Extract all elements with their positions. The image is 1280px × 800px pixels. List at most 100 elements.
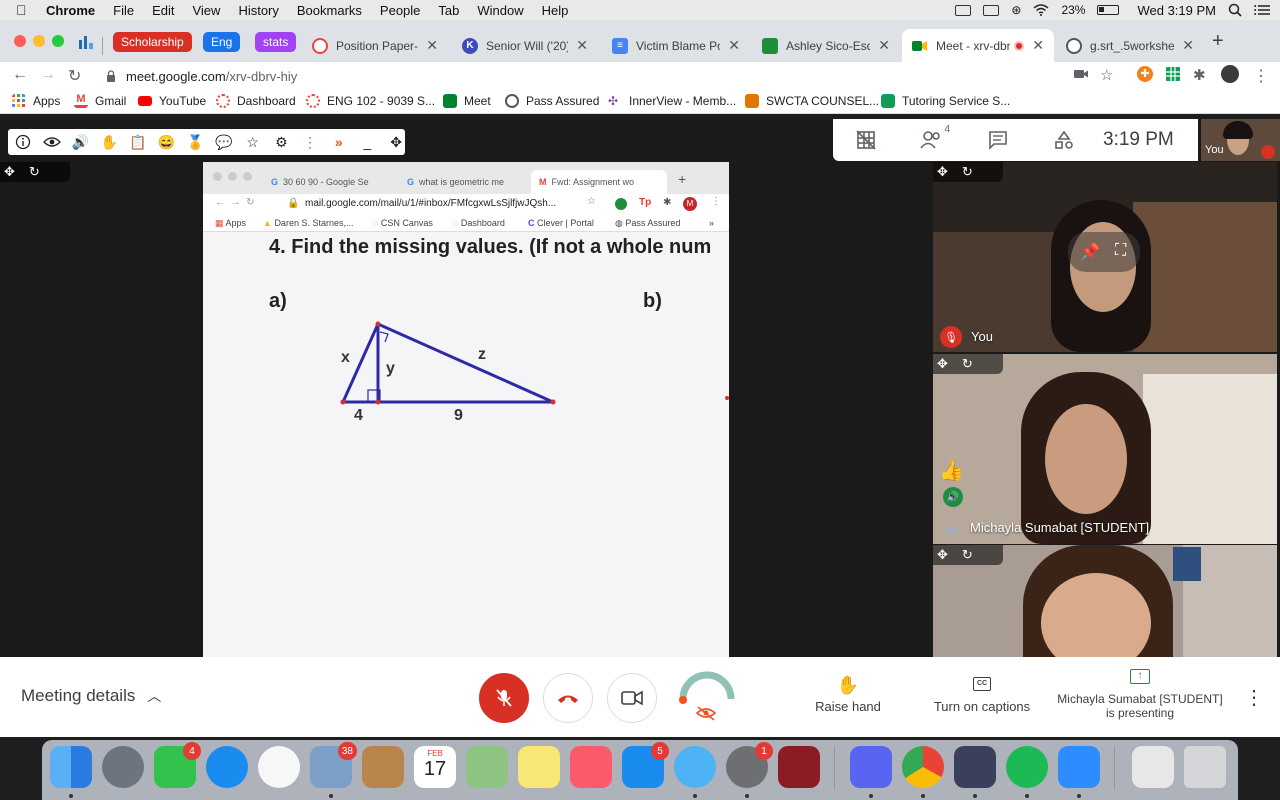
maps-icon[interactable] bbox=[466, 746, 508, 788]
chat-icon[interactable] bbox=[965, 130, 1031, 150]
tab-position-paper[interactable]: Position Paper- Fir ✕ bbox=[302, 29, 448, 62]
battery-icon[interactable] bbox=[1097, 5, 1120, 15]
info-icon[interactable] bbox=[14, 133, 32, 151]
discord-icon[interactable] bbox=[850, 746, 892, 788]
refresh-icon[interactable]: ↻ bbox=[962, 164, 973, 180]
bookmark-youtube[interactable]: YouTube bbox=[138, 94, 206, 108]
layout-grid-off-icon[interactable] bbox=[833, 130, 899, 150]
sheets-extension-icon[interactable] bbox=[1165, 66, 1181, 82]
reload-button[interactable]: ↻ bbox=[68, 66, 81, 86]
facetime-icon[interactable]: 4 bbox=[154, 742, 201, 788]
participant-tile-3[interactable]: ✥ ↻ bbox=[933, 545, 1277, 657]
remove-tile-icon[interactable]: ⛶ bbox=[1115, 242, 1126, 260]
menu-view[interactable]: View bbox=[192, 3, 220, 18]
emoji-icon[interactable]: 😄 bbox=[158, 133, 176, 151]
menu-file[interactable]: File bbox=[113, 3, 134, 18]
back-button[interactable]: ← bbox=[12, 66, 28, 84]
meeting-details-button[interactable]: Meeting details ︿ bbox=[21, 686, 161, 706]
move-icon[interactable]: ✥ bbox=[4, 164, 15, 180]
tab-victim-blame[interactable]: ≡ Victim Blame Posit ✕ bbox=[602, 29, 750, 62]
photos-icon[interactable] bbox=[258, 746, 300, 788]
close-window-button[interactable] bbox=[14, 35, 26, 47]
finder-icon[interactable] bbox=[50, 746, 92, 788]
bookmark-gmail[interactable]: M Gmail bbox=[74, 94, 126, 108]
clipboard-icon[interactable]: 📋 bbox=[129, 133, 147, 151]
photo-booth-icon[interactable] bbox=[778, 746, 820, 788]
address-bar[interactable]: meet.google.com /xrv-dbrv-hiy bbox=[96, 64, 1156, 88]
messages-icon[interactable] bbox=[674, 746, 716, 788]
move-icon[interactable]: ✥ bbox=[937, 547, 948, 563]
camera-permission-icon[interactable] bbox=[1073, 66, 1089, 82]
tab-group-eng[interactable]: Eng bbox=[203, 32, 241, 52]
menu-bookmarks[interactable]: Bookmarks bbox=[297, 3, 362, 18]
microphone-toggle-button[interactable] bbox=[479, 673, 529, 723]
extension-orange-icon[interactable]: ✚ bbox=[1137, 66, 1153, 82]
launchpad-icon[interactable] bbox=[102, 746, 144, 788]
bookmark-tutoring[interactable]: Tutoring Service S... bbox=[881, 94, 1010, 108]
pin-icon[interactable]: 📌 bbox=[1080, 242, 1100, 262]
trash-icon[interactable] bbox=[1184, 746, 1226, 788]
tab-close-icon[interactable]: ✕ bbox=[728, 37, 740, 54]
tab-ashley-sico[interactable]: Ashley Sico-Esqui ✕ bbox=[752, 29, 900, 62]
wifi-icon[interactable] bbox=[1033, 4, 1049, 16]
menubar-clock[interactable]: Wed 3:19 PM bbox=[1137, 3, 1216, 18]
refresh-icon[interactable]: ↻ bbox=[962, 356, 973, 372]
downloads-stack-icon[interactable] bbox=[1132, 746, 1174, 788]
more-options-icon[interactable]: ⋮ bbox=[1244, 685, 1264, 710]
chrome-menu-icon[interactable]: ⋮ bbox=[1253, 66, 1269, 85]
move-icon[interactable]: ✥ bbox=[387, 133, 405, 151]
calendar-icon[interactable]: FEB 17 bbox=[414, 746, 456, 788]
minimize-icon[interactable]: _ bbox=[359, 133, 377, 151]
extensions-puzzle-icon[interactable]: ✱ bbox=[1193, 66, 1209, 84]
forward-button[interactable]: → bbox=[40, 66, 56, 84]
safari-icon[interactable] bbox=[206, 746, 248, 788]
music-icon[interactable] bbox=[570, 746, 612, 788]
presenting-status-button[interactable]: ↑ Michayla Sumabat [STUDENT] is presenti… bbox=[1056, 669, 1224, 720]
bookmark-meet[interactable]: Meet bbox=[443, 94, 491, 108]
move-icon[interactable]: ✥ bbox=[937, 164, 948, 180]
tab-close-icon[interactable]: ✕ bbox=[878, 37, 890, 54]
tab-group-stats[interactable]: stats bbox=[255, 32, 297, 52]
minimize-window-button[interactable] bbox=[33, 35, 45, 47]
activities-shapes-icon[interactable] bbox=[1031, 130, 1097, 150]
extension-visibility-gauge[interactable] bbox=[677, 669, 737, 729]
menu-app-name[interactable]: Chrome bbox=[46, 3, 95, 18]
menu-window[interactable]: Window bbox=[477, 3, 523, 18]
system-preferences-icon[interactable]: 1 bbox=[726, 742, 773, 788]
bookmark-pass-assured[interactable]: Pass Assured bbox=[505, 94, 599, 108]
raise-hand-button[interactable]: ✋ Raise hand bbox=[808, 673, 888, 714]
more-vert-icon[interactable]: ⋮ bbox=[301, 133, 319, 151]
refresh-icon[interactable]: ↻ bbox=[29, 164, 40, 180]
profile-avatar[interactable] bbox=[1221, 65, 1239, 83]
screen-recording-icon[interactable] bbox=[983, 4, 1000, 16]
award-icon[interactable]: 🏅 bbox=[186, 133, 204, 151]
airplay-icon[interactable] bbox=[955, 4, 972, 16]
self-view-thumbnail[interactable]: You bbox=[1201, 119, 1280, 161]
lock-icon[interactable] bbox=[106, 70, 116, 82]
bookmark-apps[interactable]: Apps bbox=[12, 94, 60, 108]
bookmark-swcta[interactable]: SWCTA COUNSEL... bbox=[745, 94, 879, 108]
chrome-icon[interactable] bbox=[902, 746, 944, 788]
star-icon[interactable]: ☆ bbox=[244, 133, 262, 151]
tab-close-icon[interactable]: ✕ bbox=[1032, 37, 1044, 54]
raise-hand-icon[interactable]: ✋ bbox=[100, 133, 118, 151]
participant-tile-michayla[interactable]: ✥ ↻ 👍 🔊 ••• Michayla Sumabat [STUDENT] bbox=[933, 354, 1277, 544]
settings-gear-icon[interactable]: ⚙ bbox=[273, 133, 291, 151]
notes-icon[interactable] bbox=[518, 746, 560, 788]
tab-close-icon[interactable]: ✕ bbox=[576, 37, 588, 54]
menu-edit[interactable]: Edit bbox=[152, 3, 174, 18]
eye-icon[interactable] bbox=[42, 133, 61, 151]
tab-group-scholarship[interactable]: Scholarship bbox=[113, 32, 192, 52]
spotify-icon[interactable] bbox=[1006, 746, 1048, 788]
bookmark-eng102[interactable]: ENG 102 - 9039 S... bbox=[306, 94, 435, 108]
pinned-tab-icon[interactable] bbox=[78, 34, 94, 50]
app-store-icon[interactable]: 5 bbox=[622, 742, 669, 788]
menu-help[interactable]: Help bbox=[542, 3, 569, 18]
notification-center-icon[interactable] bbox=[1254, 4, 1270, 16]
bluetooth-icon[interactable]: ⊛ bbox=[1011, 3, 1021, 17]
bookmark-dashboard[interactable]: Dashboard bbox=[216, 94, 296, 108]
captions-button[interactable]: CC Turn on captions bbox=[930, 673, 1034, 714]
tab-close-icon[interactable]: ✕ bbox=[1182, 37, 1194, 54]
menu-tab[interactable]: Tab bbox=[438, 3, 459, 18]
participant-tile-you[interactable]: 📌 ⛶ ✥ ↻ 🎙 You bbox=[933, 162, 1277, 352]
